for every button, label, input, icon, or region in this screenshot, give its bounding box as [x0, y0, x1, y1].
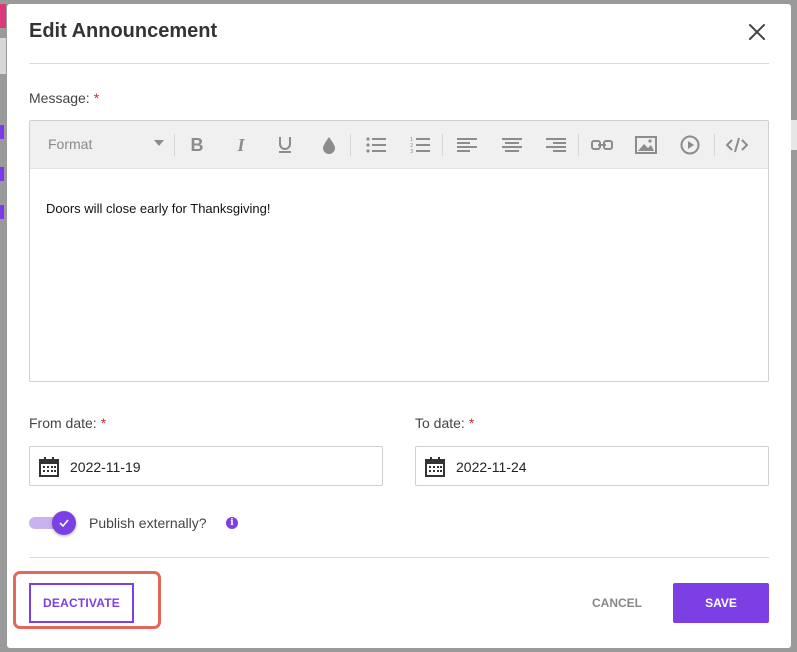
format-select-label: Format [48, 136, 93, 152]
backdrop-badge [0, 4, 6, 28]
bullet-list-icon[interactable] [364, 133, 388, 157]
link-icon[interactable] [590, 133, 614, 157]
header-divider [29, 63, 769, 64]
color-drop-icon[interactable] [317, 133, 341, 157]
toolbar-separator [714, 134, 715, 156]
video-icon[interactable] [678, 133, 702, 157]
backdrop-strip [0, 38, 6, 74]
code-view-icon[interactable] [725, 133, 749, 157]
backdrop-marker [0, 125, 4, 139]
svg-text:3: 3 [410, 149, 413, 153]
info-icon[interactable]: i [226, 517, 238, 529]
message-editor[interactable]: Format B I 123 Doors will close early fo… [29, 120, 769, 382]
calendar-icon [425, 457, 445, 477]
required-mark: * [93, 90, 100, 106]
dialog-title: Edit Announcement [29, 20, 218, 42]
backdrop-marker [0, 205, 4, 219]
numbered-list-icon[interactable]: 123 [408, 133, 432, 157]
bold-icon[interactable]: B [185, 133, 209, 157]
align-right-icon[interactable] [544, 133, 568, 157]
check-icon [59, 519, 69, 527]
edit-announcement-dialog: Edit Announcement Message:* Format B I [7, 4, 791, 648]
underline-icon[interactable] [273, 133, 297, 157]
from-date-label-text: From date: [29, 415, 97, 431]
to-date-label-text: To date: [415, 415, 465, 431]
from-date-value: 2022-11-19 [70, 459, 141, 475]
toolbar-separator [350, 134, 351, 156]
toolbar-separator [578, 134, 579, 156]
required-mark: * [100, 415, 107, 431]
publish-externally-toggle[interactable] [29, 510, 77, 536]
toolbar-separator [174, 134, 175, 156]
backdrop-panel-edge [791, 120, 797, 150]
toolbar-separator [442, 134, 443, 156]
publish-externally-label: Publish externally? [89, 515, 207, 531]
required-mark: * [468, 415, 475, 431]
from-date-label: From date: * [29, 415, 106, 431]
close-icon[interactable] [745, 20, 769, 44]
italic-icon[interactable]: I [229, 133, 253, 157]
to-date-label: To date: * [415, 415, 474, 431]
footer-divider [29, 557, 769, 558]
toggle-knob [52, 511, 76, 535]
from-date-field[interactable]: 2022-11-19 [29, 446, 383, 486]
message-label: Message: * [29, 90, 99, 106]
save-button[interactable]: SAVE [673, 583, 769, 623]
message-label-text: Message: [29, 90, 90, 106]
calendar-icon [39, 457, 59, 477]
chevron-down-icon [154, 140, 164, 146]
editor-toolbar: Format B I 123 [30, 121, 768, 169]
message-content[interactable]: Doors will close early for Thanksgiving! [46, 201, 270, 216]
to-date-value: 2022-11-24 [456, 459, 527, 475]
align-center-icon[interactable] [500, 133, 524, 157]
image-icon[interactable] [634, 133, 658, 157]
format-select[interactable]: Format [48, 136, 164, 154]
to-date-field[interactable]: 2022-11-24 [415, 446, 769, 486]
deactivate-button[interactable]: DEACTIVATE [29, 583, 134, 623]
align-left-icon[interactable] [455, 133, 479, 157]
backdrop-marker [0, 167, 4, 181]
cancel-button[interactable]: CANCEL [575, 583, 659, 623]
